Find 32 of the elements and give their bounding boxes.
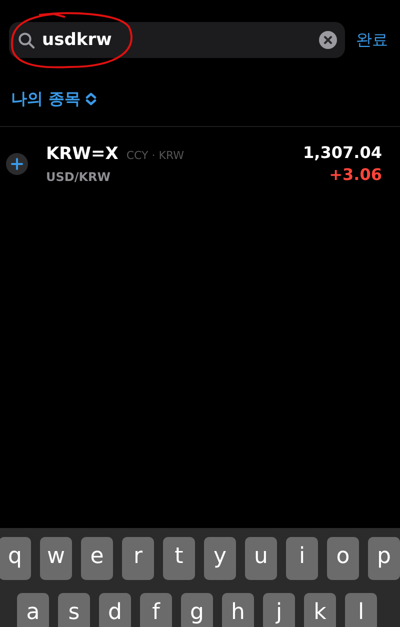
keyboard-key[interactable]: e <box>81 537 113 580</box>
add-icon[interactable] <box>6 152 28 174</box>
clear-icon[interactable] <box>319 31 337 49</box>
search-field[interactable]: usdkrw <box>42 30 312 50</box>
keyboard-key[interactable]: t <box>163 537 195 580</box>
done-button[interactable]: 완료 <box>354 30 390 50</box>
keyboard-key[interactable]: j <box>263 593 295 627</box>
keyboard-key[interactable]: r <box>122 537 154 580</box>
quote-name: USD/KRW <box>46 170 112 184</box>
keyboard-key[interactable]: i <box>286 537 318 580</box>
sort-icon[interactable] <box>84 92 97 106</box>
price-value: 1,307.04 <box>303 143 382 162</box>
change-value: +3.06 <box>329 165 382 184</box>
keyboard-key[interactable]: u <box>245 537 277 580</box>
keyboard-key[interactable]: g <box>181 593 213 627</box>
keyboard-key[interactable]: k <box>304 593 336 627</box>
keyboard-key[interactable]: s <box>58 593 90 627</box>
keyboard-key[interactable]: h <box>222 593 254 627</box>
keyboard-key[interactable]: f <box>140 593 172 627</box>
keyboard-key[interactable]: o <box>327 537 359 580</box>
keyboard-key[interactable]: q <box>0 537 31 580</box>
exchange-label: CCY · KRW <box>126 148 184 162</box>
keyboard-key[interactable]: d <box>99 593 131 627</box>
keyboard-key[interactable]: a <box>17 593 49 627</box>
search-bar[interactable]: usdkrw <box>9 22 345 58</box>
search-icon <box>18 32 35 48</box>
keyboard-key[interactable]: p <box>368 537 400 580</box>
keyboard-key[interactable]: y <box>204 537 236 580</box>
keyboard-key[interactable]: w <box>40 537 72 580</box>
ticker-symbol: KRW=X <box>46 144 118 164</box>
keyboard-key[interactable]: l <box>345 593 377 627</box>
watchlist-selector[interactable]: 나의 종목 <box>11 88 81 110</box>
